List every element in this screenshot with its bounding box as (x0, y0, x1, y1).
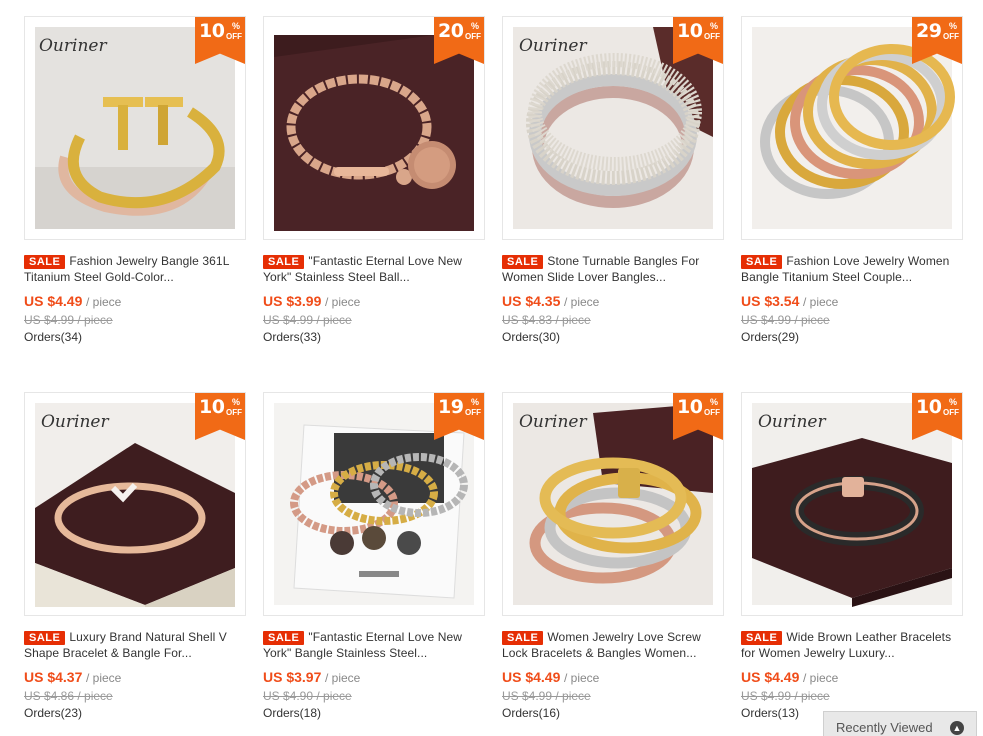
price: US $4.49 (24, 293, 83, 309)
original-price: US $4.99 / piece (24, 313, 113, 327)
orders-count: Orders(23) (24, 706, 83, 720)
original-price: US $4.83 / piece (502, 313, 591, 327)
product-title[interactable]: SALE Women Jewelry Love Screw Lock Bracel… (502, 629, 724, 661)
product-grid: Ouriner 10 % OFF SALE Fashion Jewelry Ban… (0, 0, 983, 729)
product-title[interactable]: SALE Fashion Jewelry Bangle 361L Titanium… (24, 253, 246, 285)
price-line: US $3.54 / piece (741, 293, 839, 309)
svg-text:Ouriner: Ouriner (41, 412, 109, 432)
sale-tag: SALE (741, 255, 783, 269)
product-image[interactable]: Ouriner 10 % OFF (502, 392, 724, 616)
product-image[interactable]: 29 % OFF (741, 16, 963, 240)
original-price: US $4.86 / piece (24, 689, 113, 703)
product-image[interactable]: 19 % OFF (263, 392, 485, 616)
product-image[interactable]: Ouriner 10 % OFF (741, 392, 963, 616)
price: US $3.99 (263, 293, 322, 309)
original-price: US $4.99 / piece (263, 313, 352, 327)
original-price: US $4.99 / piece (741, 689, 830, 703)
price-line: US $4.49 / piece (24, 293, 122, 309)
sale-tag: SALE (263, 631, 305, 645)
price: US $4.35 (502, 293, 561, 309)
price: US $4.37 (24, 669, 83, 685)
price: US $3.97 (263, 669, 322, 685)
svg-text:Ouriner: Ouriner (758, 412, 826, 432)
product-title[interactable]: SALE Fashion Love Jewelry Women Bangle Ti… (741, 253, 963, 285)
sale-tag: SALE (741, 631, 783, 645)
price-line: US $4.37 / piece (24, 669, 122, 685)
price-line: US $3.99 / piece (263, 293, 361, 309)
sale-tag: SALE (24, 255, 66, 269)
product-image[interactable]: Ouriner 10 % OFF (24, 16, 246, 240)
svg-text:Ouriner: Ouriner (39, 36, 107, 56)
svg-text:Ouriner: Ouriner (519, 36, 587, 56)
recently-viewed-tab[interactable]: Recently Viewed ▲ (823, 711, 977, 736)
orders-count: Orders(18) (263, 706, 322, 720)
price-line: US $3.97 / piece (263, 669, 361, 685)
product-title[interactable]: SALE Luxury Brand Natural Shell V Shape B… (24, 629, 246, 661)
orders-count: Orders(13) (741, 706, 800, 720)
product-title[interactable]: SALE "Fantastic Eternal Love New York" St… (263, 253, 485, 285)
original-price: US $4.99 / piece (502, 689, 591, 703)
price-line: US $4.49 / piece (741, 669, 839, 685)
product-image[interactable]: 20 % OFF (263, 16, 485, 240)
svg-text:Ouriner: Ouriner (519, 412, 587, 432)
sale-tag: SALE (24, 631, 66, 645)
product-title[interactable]: SALE Stone Turnable Bangles For Women Sli… (502, 253, 724, 285)
price-line: US $4.49 / piece (502, 669, 600, 685)
original-price: US $4.90 / piece (263, 689, 352, 703)
product-title[interactable]: SALE Wide Brown Leather Bracelets for Wom… (741, 629, 963, 661)
product-image[interactable]: Ouriner 10 % OFF (502, 16, 724, 240)
price: US $3.54 (741, 293, 800, 309)
sale-tag: SALE (263, 255, 305, 269)
sale-tag: SALE (502, 631, 544, 645)
price: US $4.49 (741, 669, 800, 685)
product-title[interactable]: SALE "Fantastic Eternal Love New York" Ba… (263, 629, 485, 661)
price: US $4.49 (502, 669, 561, 685)
orders-count: Orders(29) (741, 330, 800, 344)
sale-tag: SALE (502, 255, 544, 269)
chevron-up-icon: ▲ (950, 721, 964, 735)
original-price: US $4.99 / piece (741, 313, 830, 327)
orders-count: Orders(33) (263, 330, 322, 344)
orders-count: Orders(30) (502, 330, 561, 344)
product-image[interactable]: Ouriner 10 % OFF (24, 392, 246, 616)
orders-count: Orders(34) (24, 330, 83, 344)
orders-count: Orders(16) (502, 706, 561, 720)
price-line: US $4.35 / piece (502, 293, 600, 309)
recently-viewed-label: Recently Viewed (836, 720, 933, 735)
